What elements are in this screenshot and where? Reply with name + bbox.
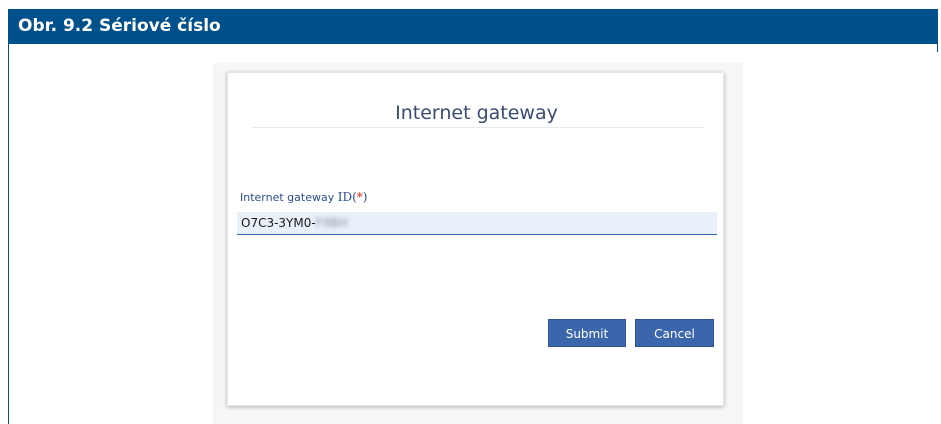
- submit-button[interactable]: Submit: [548, 319, 626, 347]
- gateway-id-label-text: Internet gateway: [240, 191, 335, 204]
- frame-border-left: [8, 44, 9, 424]
- gateway-id-label-close: ): [362, 190, 368, 204]
- gateway-id-label-id: ID(: [337, 190, 357, 204]
- page: Obr. 9.2 Sériové číslo Internet gateway …: [0, 0, 941, 424]
- dialog-title: Internet gateway: [395, 102, 558, 124]
- figure-caption-bar: Obr. 9.2 Sériové číslo: [8, 9, 938, 44]
- gateway-id-input[interactable]: O7C3-3YM0-F9BH: [237, 212, 717, 235]
- figure-caption: Obr. 9.2 Sériové číslo: [18, 16, 221, 36]
- cancel-button[interactable]: Cancel: [635, 319, 714, 347]
- internet-gateway-dialog: Internet gateway Internet gateway ID(*) …: [227, 72, 724, 406]
- gateway-id-obscured-value: F9BH: [315, 216, 348, 230]
- gateway-id-value: O7C3-3YM0-: [241, 216, 316, 230]
- frame-border-right: [937, 44, 938, 52]
- gateway-id-label: Internet gateway ID(*): [240, 190, 367, 204]
- title-divider: [252, 127, 704, 128]
